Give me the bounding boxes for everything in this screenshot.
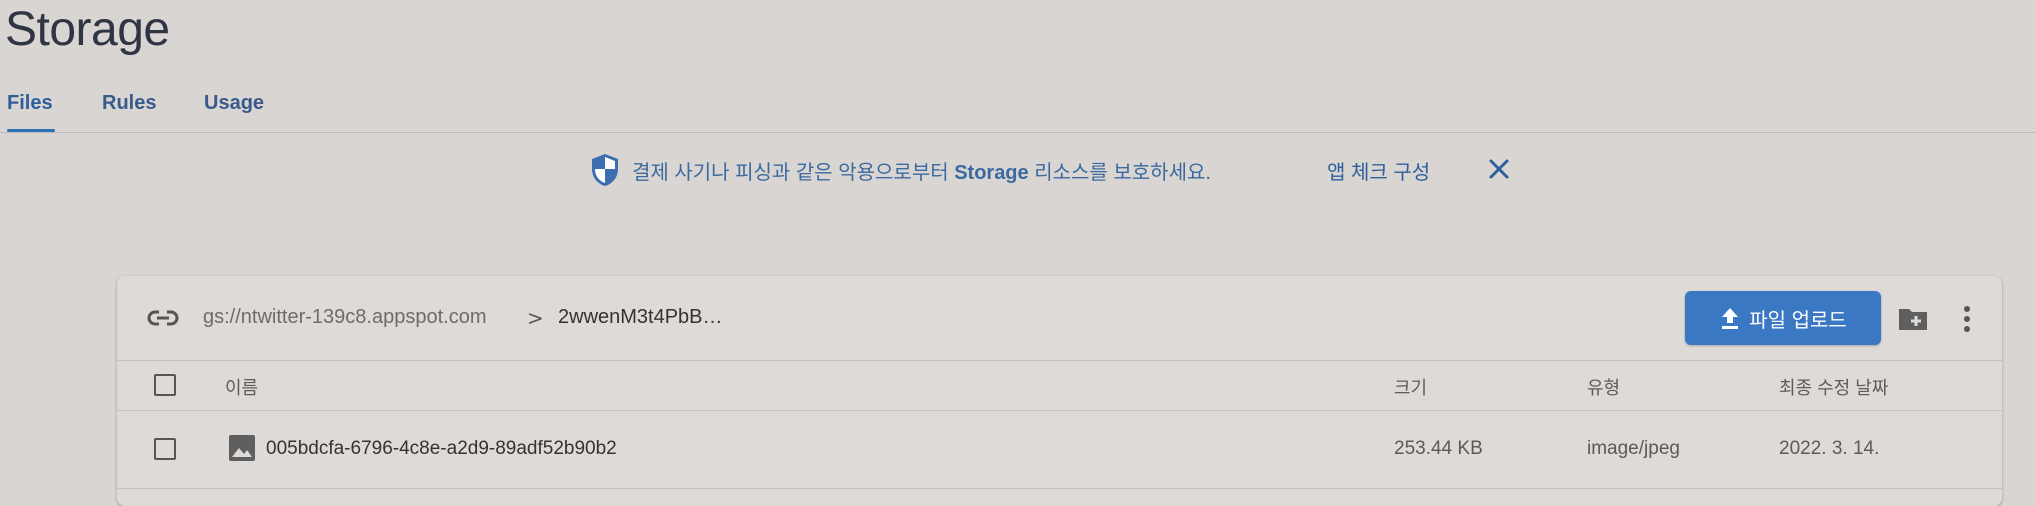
banner-message: 결제 사기나 피싱과 같은 악용으로부터 Storage 리소스를 보호하세요. xyxy=(632,156,1211,185)
tab-files[interactable]: Files xyxy=(7,92,53,115)
table-header: 이름 크기 유형 최종 수정 날짜 xyxy=(117,360,2002,411)
configure-app-check-link[interactable]: 앱 체크 구성 xyxy=(1327,156,1430,185)
shield-icon xyxy=(592,154,618,186)
folder-breadcrumb[interactable]: 2wwenM3t4PbB… xyxy=(558,306,723,329)
upload-file-label: 파일 업로드 xyxy=(1749,309,1847,332)
column-size[interactable]: 크기 xyxy=(1394,374,1427,400)
select-all-checkbox[interactable] xyxy=(154,374,176,396)
breadcrumb-separator: > xyxy=(527,306,544,330)
link-icon[interactable] xyxy=(147,306,179,330)
page-title: Storage xyxy=(5,3,170,56)
new-folder-icon[interactable] xyxy=(1897,304,1929,334)
file-size: 253.44 KB xyxy=(1394,438,1483,459)
table-row[interactable]: 005bdcfa-6796-4c8e-a2d9-89adf52b90b2 253… xyxy=(117,410,2002,489)
more-vert-icon[interactable] xyxy=(1961,304,1973,334)
banner-text-bold: Storage xyxy=(954,161,1029,184)
bucket-breadcrumb[interactable]: gs://ntwitter-139c8.appspot.com xyxy=(203,306,486,329)
banner-text-start: 결제 사기나 피싱과 같은 악용으로부터 xyxy=(632,161,955,184)
tab-rules[interactable]: Rules xyxy=(102,92,156,115)
row-checkbox[interactable] xyxy=(154,438,176,460)
upload-icon xyxy=(1722,308,1739,329)
close-icon[interactable] xyxy=(1484,154,1514,184)
file-name[interactable]: 005bdcfa-6796-4c8e-a2d9-89adf52b90b2 xyxy=(266,438,617,460)
column-type[interactable]: 유형 xyxy=(1587,374,1620,400)
column-name[interactable]: 이름 xyxy=(225,374,258,400)
tab-usage[interactable]: Usage xyxy=(204,92,264,115)
file-type: image/jpeg xyxy=(1587,438,1680,459)
app-check-banner: 결제 사기나 피싱과 같은 악용으로부터 Storage 리소스를 보호하세요.… xyxy=(590,150,1509,190)
column-modified[interactable]: 최종 수정 날짜 xyxy=(1779,374,1888,400)
tab-bar: Files Rules Usage xyxy=(0,88,2035,133)
file-modified: 2022. 3. 14. xyxy=(1779,438,1880,459)
file-browser-card: gs://ntwitter-139c8.appspot.com > 2wwenM… xyxy=(117,276,2002,506)
file-browser-toolbar: gs://ntwitter-139c8.appspot.com > 2wwenM… xyxy=(117,276,2002,361)
upload-file-button[interactable]: 파일 업로드 xyxy=(1685,291,1881,345)
banner-text-end: 리소스를 보호하세요. xyxy=(1028,161,1211,184)
tab-active-indicator xyxy=(7,129,55,132)
image-icon xyxy=(229,435,255,461)
